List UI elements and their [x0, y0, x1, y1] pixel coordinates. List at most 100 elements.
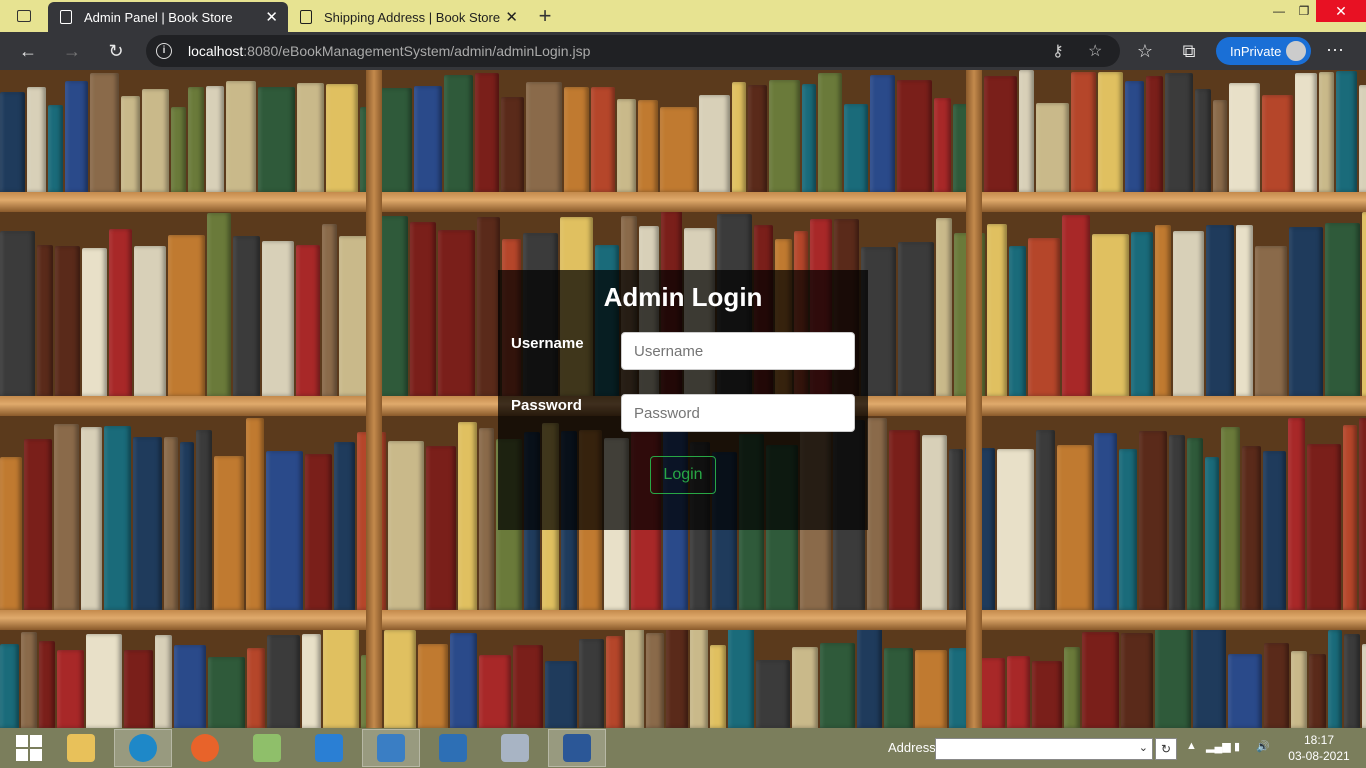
book-spine: [936, 218, 952, 396]
book-spine: [1121, 633, 1153, 728]
shelf-post: [366, 70, 382, 728]
book-spine: [870, 75, 895, 192]
windows-icon: [16, 735, 42, 761]
book-spine: [305, 454, 332, 610]
book-spine: [710, 645, 726, 728]
book-spine: [322, 224, 337, 396]
site-info-icon[interactable]: i: [156, 43, 172, 59]
book-spine: [867, 418, 887, 610]
url-path: :8080/eBookManagementSystem/admin/adminL…: [243, 43, 591, 59]
book-spine: [121, 96, 140, 192]
word-button[interactable]: [548, 729, 606, 767]
book-spine: [1082, 632, 1119, 728]
collections-button[interactable]: ⧉: [1174, 36, 1204, 66]
book-spine: [769, 80, 800, 192]
book-spine: [984, 76, 1017, 192]
book-spine: [617, 99, 636, 192]
book-spine: [1019, 70, 1034, 192]
tab-title: Admin Panel | Book Store: [84, 9, 233, 25]
file-explorer-button[interactable]: [52, 729, 110, 767]
monitor-app-button[interactable]: [486, 729, 544, 767]
volume-icon[interactable]: 🔊: [1256, 740, 1270, 753]
book-spine: [1036, 430, 1055, 610]
battery-icon[interactable]: ▮: [1234, 740, 1240, 753]
book-spine: [133, 437, 162, 610]
login-button[interactable]: Login: [650, 456, 716, 494]
book-spine: [180, 442, 194, 610]
address-toolbar-label: Address: [888, 740, 936, 755]
book-spine: [1295, 73, 1317, 192]
book-spine: [444, 75, 473, 192]
tab-shipping-address[interactable]: Shipping Address | Book Store ✕: [288, 2, 528, 32]
username-input[interactable]: [621, 332, 855, 370]
book-spine: [233, 236, 260, 396]
close-tab-icon[interactable]: ✕: [265, 8, 278, 26]
book-spine: [934, 98, 951, 192]
book-spine: [915, 650, 947, 728]
inprivate-badge[interactable]: InPrivate: [1216, 37, 1311, 65]
mysql-button[interactable]: [362, 729, 420, 767]
book-spine: [1242, 446, 1261, 610]
tab-actions-icon: [17, 10, 31, 22]
new-tab-button[interactable]: +: [531, 2, 559, 30]
avatar: [1284, 39, 1308, 63]
minimize-button[interactable]: —: [1266, 0, 1292, 22]
book-spine: [1092, 234, 1129, 396]
key-icon[interactable]: ⚷: [1052, 41, 1064, 61]
book-spine: [0, 457, 22, 610]
address-toolbar-input[interactable]: ⌄: [935, 738, 1153, 760]
book-spine: [1206, 225, 1234, 396]
book-spine: [418, 644, 448, 728]
book-spine: [142, 89, 169, 192]
book-spine: [1362, 212, 1366, 396]
favorites-button[interactable]: ☆: [1130, 36, 1160, 66]
vscode-button[interactable]: [300, 729, 358, 767]
book-row: [0, 70, 1366, 192]
add-favorite-icon[interactable]: ☆: [1088, 41, 1102, 61]
powershell-button[interactable]: [424, 729, 482, 767]
book-spine: [756, 660, 790, 728]
book-spine: [296, 245, 320, 396]
edge-button[interactable]: [114, 729, 172, 767]
back-button[interactable]: ←: [13, 36, 43, 66]
book-spine: [266, 451, 303, 610]
forward-button[interactable]: →: [57, 36, 87, 66]
book-spine: [0, 92, 25, 192]
book-spine: [1307, 444, 1341, 610]
url-bar[interactable]: i localhost:8080/eBookManagementSystem/a…: [146, 35, 1120, 67]
close-tab-icon[interactable]: ✕: [505, 8, 518, 26]
network-icon[interactable]: ▂▄▆: [1206, 740, 1231, 753]
refresh-button[interactable]: ↻: [101, 36, 131, 66]
url-text[interactable]: localhost:8080/eBookManagementSystem/adm…: [188, 43, 590, 59]
book-spine: [1169, 435, 1185, 610]
tab-admin-panel[interactable]: Admin Panel | Book Store ✕: [48, 2, 288, 32]
system-clock[interactable]: 18:17 03-08-2021: [1282, 732, 1356, 764]
start-button[interactable]: [0, 729, 58, 767]
password-input[interactable]: [621, 394, 855, 432]
book-spine: [513, 645, 543, 728]
firefox-icon: [191, 734, 219, 762]
page-icon: [60, 10, 72, 24]
close-window-button[interactable]: ✕: [1316, 0, 1366, 22]
cube-app-button[interactable]: [238, 729, 296, 767]
book-spine: [262, 241, 294, 396]
book-spine: [1195, 89, 1211, 192]
book-spine: [1291, 651, 1307, 728]
book-spine: [0, 231, 35, 396]
book-spine: [818, 73, 842, 192]
more-menu-button[interactable]: ⋯: [1326, 40, 1344, 61]
tab-actions-button[interactable]: [0, 0, 48, 32]
chevron-down-icon[interactable]: ⌄: [1139, 741, 1148, 754]
book-spine: [1263, 451, 1286, 610]
book-spine: [37, 245, 53, 396]
firefox-button[interactable]: [176, 729, 234, 767]
book-spine: [206, 86, 224, 192]
tab-title: Shipping Address | Book Store: [324, 9, 501, 25]
book-spine: [1094, 433, 1117, 610]
book-spine: [458, 422, 477, 610]
address-refresh-button[interactable]: ↻: [1155, 738, 1177, 760]
show-hidden-icons-icon[interactable]: ▲: [1186, 740, 1197, 752]
maximize-button[interactable]: ❐: [1292, 0, 1316, 22]
book-spine: [898, 242, 934, 396]
book-spine: [1119, 449, 1137, 610]
